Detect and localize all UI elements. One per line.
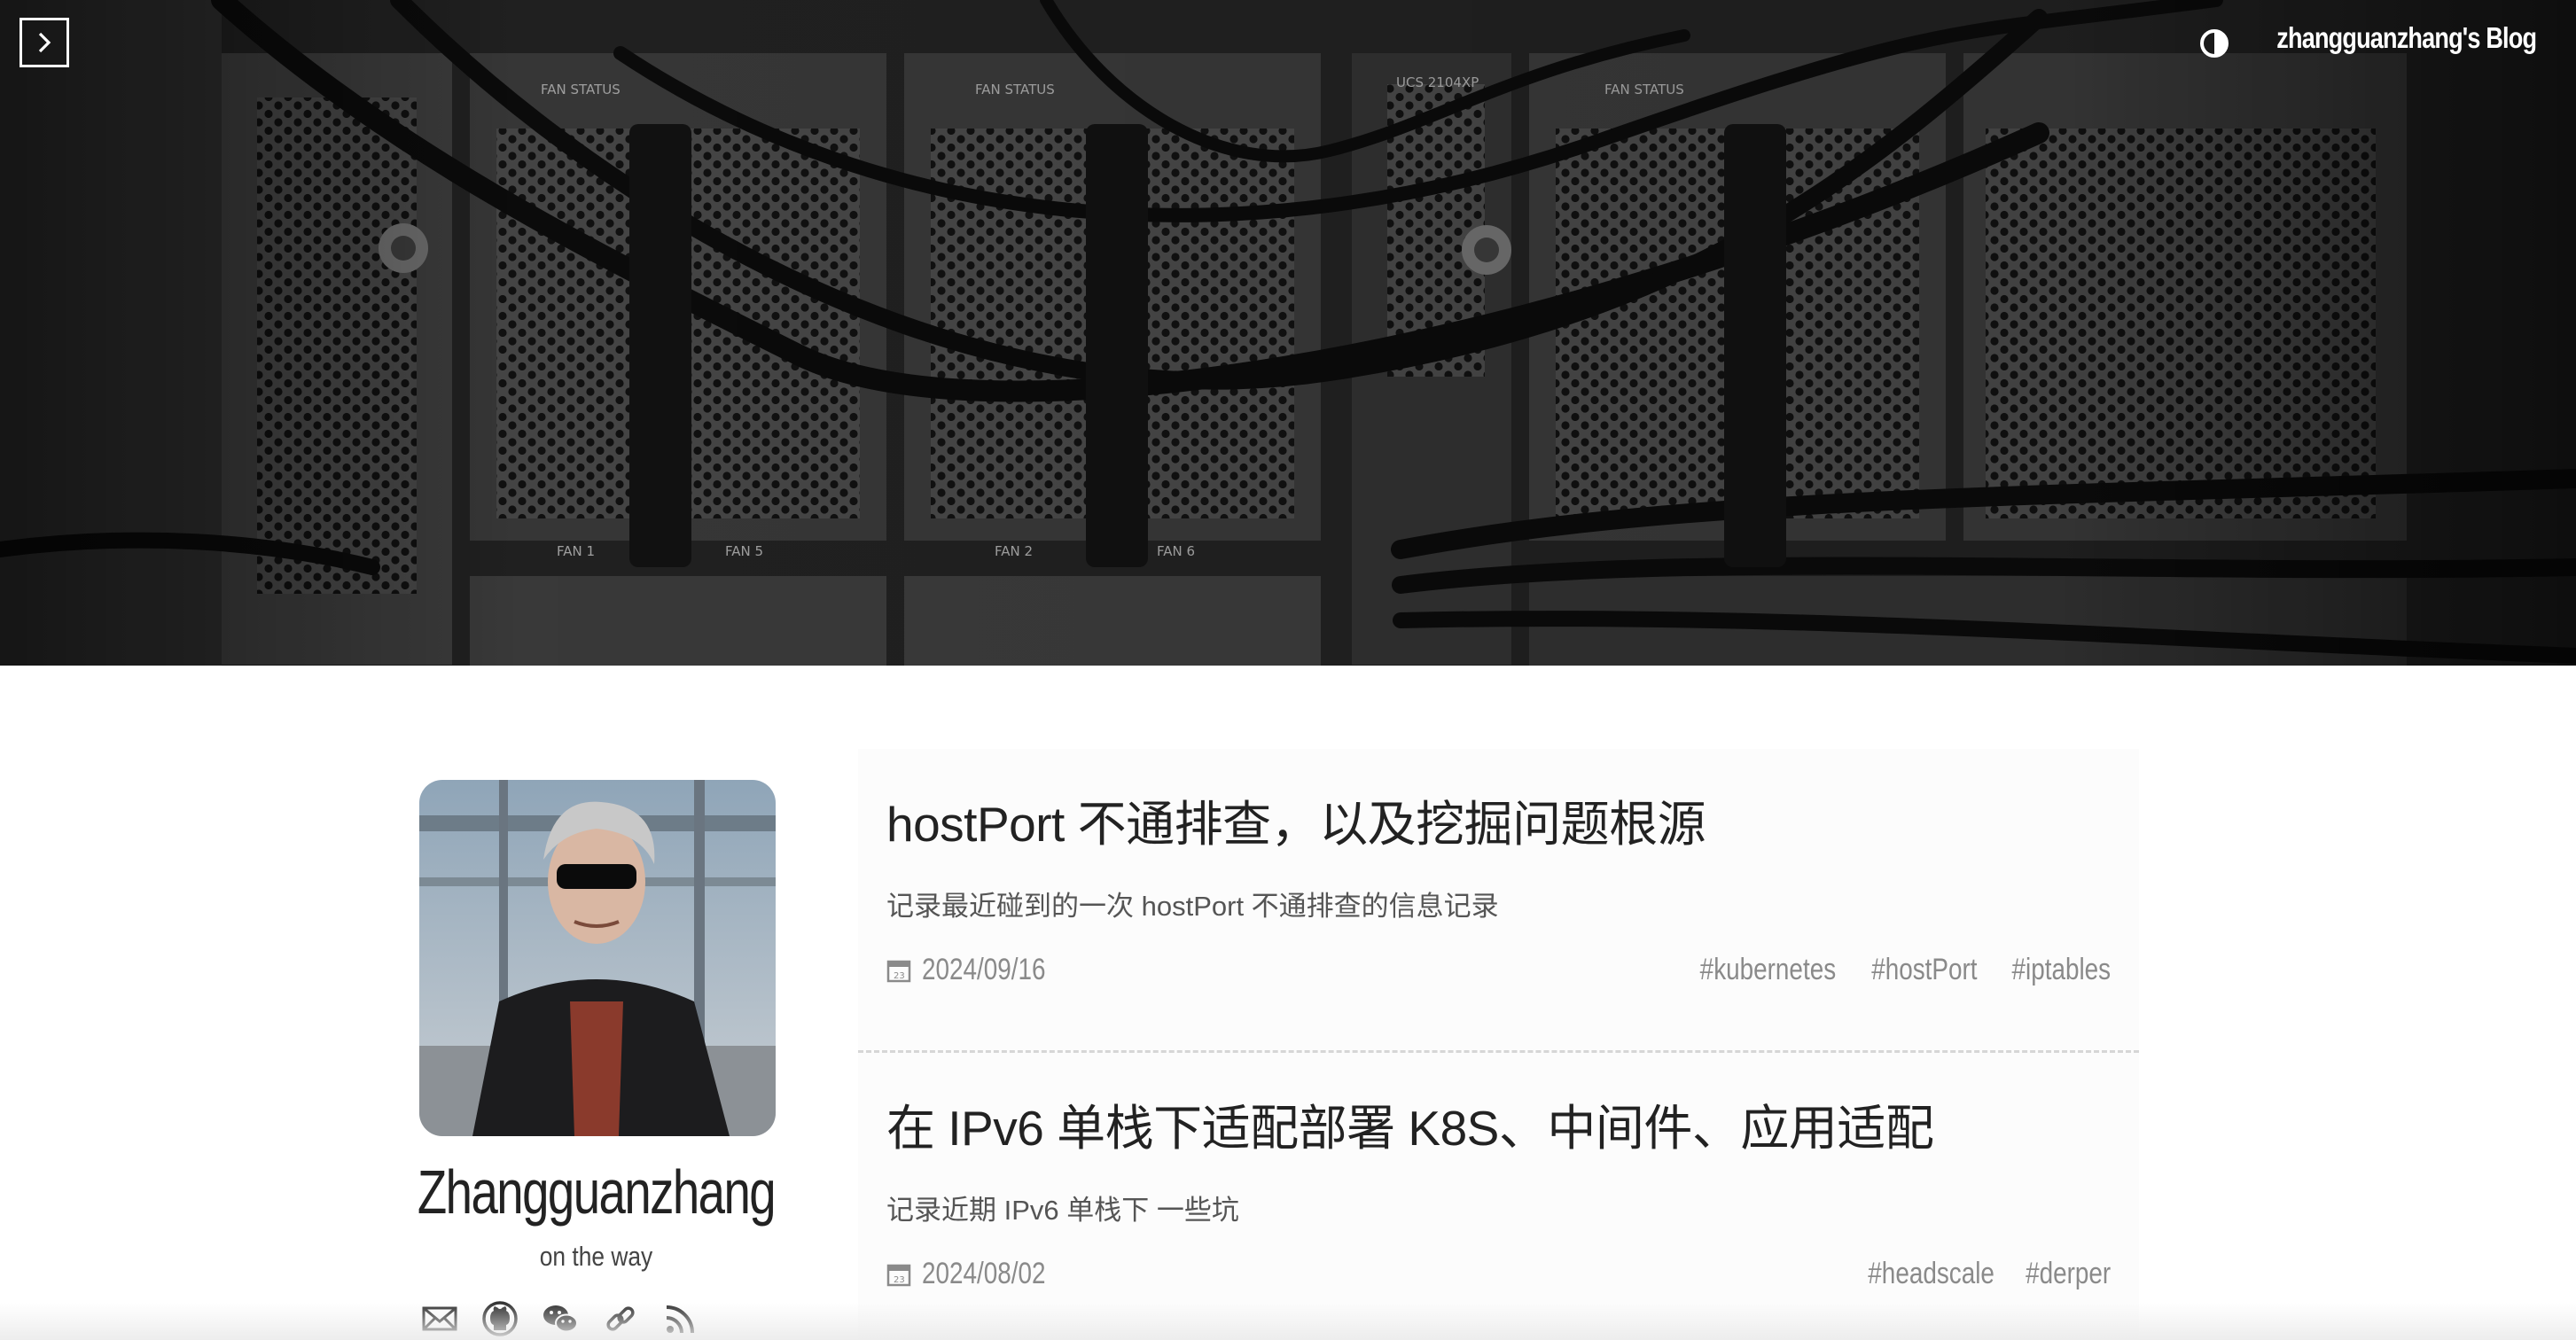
post-item: hostPort 不通排查，以及挖掘问题根源 记录最近碰到的一次 hostPor…	[858, 749, 2139, 1050]
rss-link[interactable]	[660, 1298, 701, 1339]
calendar-icon: 23	[886, 960, 911, 982]
tag-link[interactable]: #derper	[2026, 1257, 2111, 1291]
post-excerpt: 记录最近碰到的一次 hostPort 不通排查的信息记录	[886, 891, 1499, 922]
hero-server-image: FAN STATUS FAN STATUS UCS 2104XP FAN STA…	[0, 0, 2576, 666]
tag-link[interactable]: #headscale	[1868, 1257, 1994, 1291]
social-links	[419, 1298, 701, 1339]
post-date: 23 2024/08/02	[886, 1257, 1073, 1291]
avatar-image	[419, 780, 776, 1136]
link-icon	[606, 1306, 635, 1331]
contrast-icon	[2200, 29, 2229, 58]
post-excerpt: 记录近期 IPv6 单栈下 一些坑	[886, 1195, 1239, 1226]
chevron-right-icon	[38, 32, 51, 53]
tag-link[interactable]: #hostPort	[1872, 953, 1978, 987]
friend-link[interactable]	[600, 1298, 641, 1339]
post-tags: #kubernetes #hostPort #iptables	[1670, 953, 2111, 987]
svg-text:23: 23	[894, 1275, 905, 1285]
hero-banner: FAN STATUS FAN STATUS UCS 2104XP FAN STA…	[0, 0, 2576, 666]
avatar	[419, 780, 776, 1136]
wechat-icon	[543, 1305, 578, 1333]
post-date-text: 2024/08/02	[922, 1257, 1046, 1290]
post-title-link[interactable]: 在 IPv6 单栈下适配部署 K8S、中间件、应用适配	[886, 1088, 1934, 1159]
theme-toggle-button[interactable]	[2198, 27, 2230, 59]
post-date: 23 2024/09/16	[886, 953, 1073, 987]
post-list: hostPort 不通排查，以及挖掘问题根源 记录最近碰到的一次 hostPor…	[858, 749, 2139, 1340]
wechat-link[interactable]	[540, 1298, 581, 1339]
rss-icon	[666, 1305, 694, 1334]
sidebar-toggle-button[interactable]	[20, 18, 69, 67]
post-item: 在 IPv6 单栈下适配部署 K8S、中间件、应用适配 记录近期 IPv6 单栈…	[858, 1050, 2139, 1340]
github-link[interactable]	[480, 1298, 520, 1339]
mail-link[interactable]	[419, 1298, 460, 1339]
tag-link[interactable]: #iptables	[2011, 953, 2111, 987]
svg-text:23: 23	[894, 971, 905, 981]
calendar-icon: 23	[886, 1264, 911, 1286]
github-icon	[482, 1301, 518, 1336]
post-tags: #headscale #derper	[1840, 1257, 2111, 1291]
author-name: Zhangguanzhang	[417, 1157, 777, 1227]
author-motto: on the way	[539, 1241, 653, 1272]
post-date-text: 2024/09/16	[922, 953, 1046, 986]
site-title-link[interactable]: zhangguanzhang's Blog	[2276, 21, 2537, 55]
tag-link[interactable]: #kubernetes	[1700, 953, 1836, 987]
post-title-link[interactable]: hostPort 不通排查，以及挖掘问题根源	[886, 784, 1706, 855]
post-meta: 23 2024/09/16 #kubernetes #hostPort #ipt…	[886, 953, 2111, 992]
mail-icon	[422, 1306, 457, 1331]
post-meta: 23 2024/08/02 #headscale #derper	[886, 1257, 2111, 1296]
